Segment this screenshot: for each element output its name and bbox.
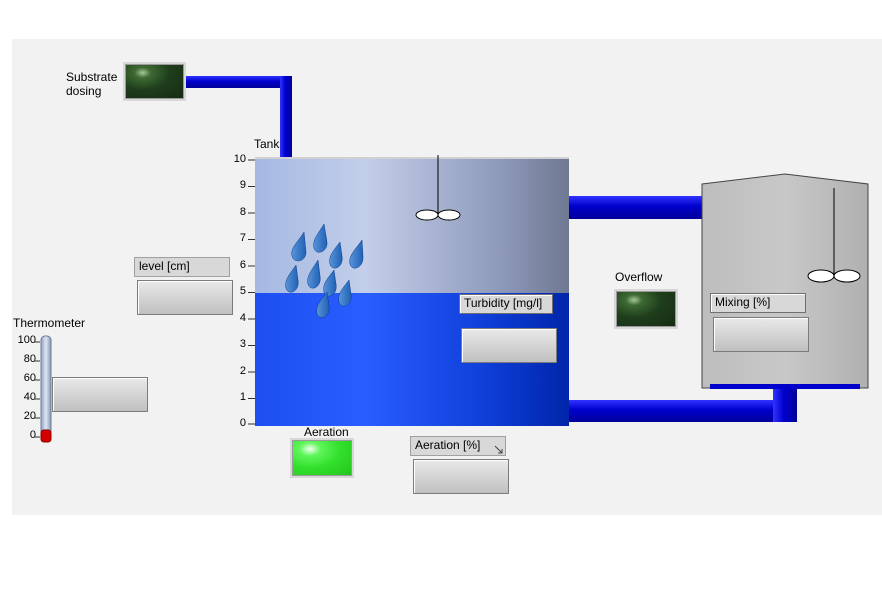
substrate-dosing-led[interactable] <box>123 62 186 101</box>
mixing-display[interactable] <box>713 317 809 352</box>
temperature-display[interactable] <box>52 377 148 412</box>
turbidity-caption: Turbidity [mg/l] <box>459 294 553 314</box>
aeration-label: Aeration <box>304 425 349 439</box>
level-caption: level [cm] <box>134 257 230 277</box>
mixing-vessel[interactable] <box>700 172 870 392</box>
mixing-caption: Mixing [%] <box>710 293 806 313</box>
substrate-pipe-horizontal <box>186 76 292 88</box>
aeration-display[interactable] <box>413 459 509 494</box>
overflow-led[interactable] <box>614 289 678 329</box>
thermometer-icon[interactable] <box>34 334 54 446</box>
resize-arrow-icon <box>494 445 503 454</box>
water-drop-icon <box>285 223 364 318</box>
turbidity-display[interactable] <box>461 328 557 363</box>
agitator-icon <box>415 155 461 221</box>
aeration-led[interactable] <box>290 438 354 478</box>
return-pipe-horizontal <box>568 400 797 422</box>
overflow-label: Overflow <box>615 270 663 284</box>
level-display[interactable] <box>137 280 233 315</box>
substrate-dosing-label: Substrate dosing <box>66 70 118 98</box>
aeration-caption: Aeration [%] <box>410 436 506 456</box>
tank-label: Tank <box>254 137 280 151</box>
thermometer-label: Thermometer <box>13 316 86 330</box>
